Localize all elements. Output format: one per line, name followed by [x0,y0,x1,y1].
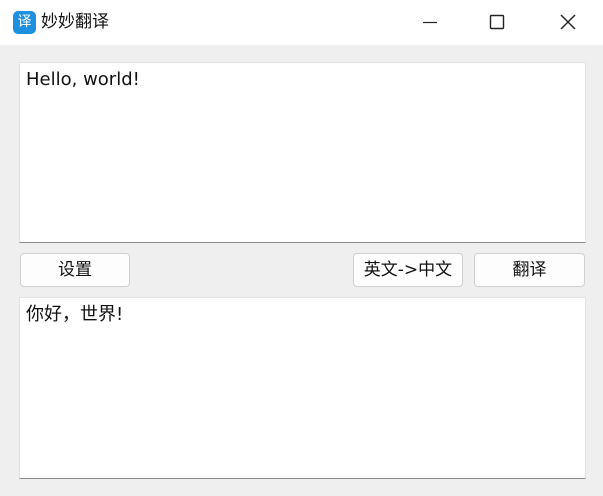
maximize-icon [489,14,505,30]
translation-output-value: 你好，世界! [26,304,124,325]
settings-button[interactable]: 设置 [20,253,130,287]
close-button[interactable] [537,0,597,45]
close-icon [560,14,576,30]
window-title: 妙妙翻译 [41,12,109,32]
source-text-value: Hello, world! [26,69,140,90]
minimize-icon [423,21,437,24]
translation-output[interactable]: 你好，世界! [19,297,586,479]
app-logo-icon: 译 [13,11,36,34]
minimize-button[interactable] [400,0,460,45]
source-text-input[interactable]: Hello, world! [19,62,586,243]
app-window: 译 妙妙翻译 Hello, world! 设置 英文->中文 翻译 你好，世界! [0,0,603,496]
language-direction-button[interactable]: 英文->中文 [353,253,463,287]
title-bar[interactable]: 译 妙妙翻译 [0,0,603,45]
translate-button[interactable]: 翻译 [474,253,585,287]
maximize-button[interactable] [466,0,526,45]
